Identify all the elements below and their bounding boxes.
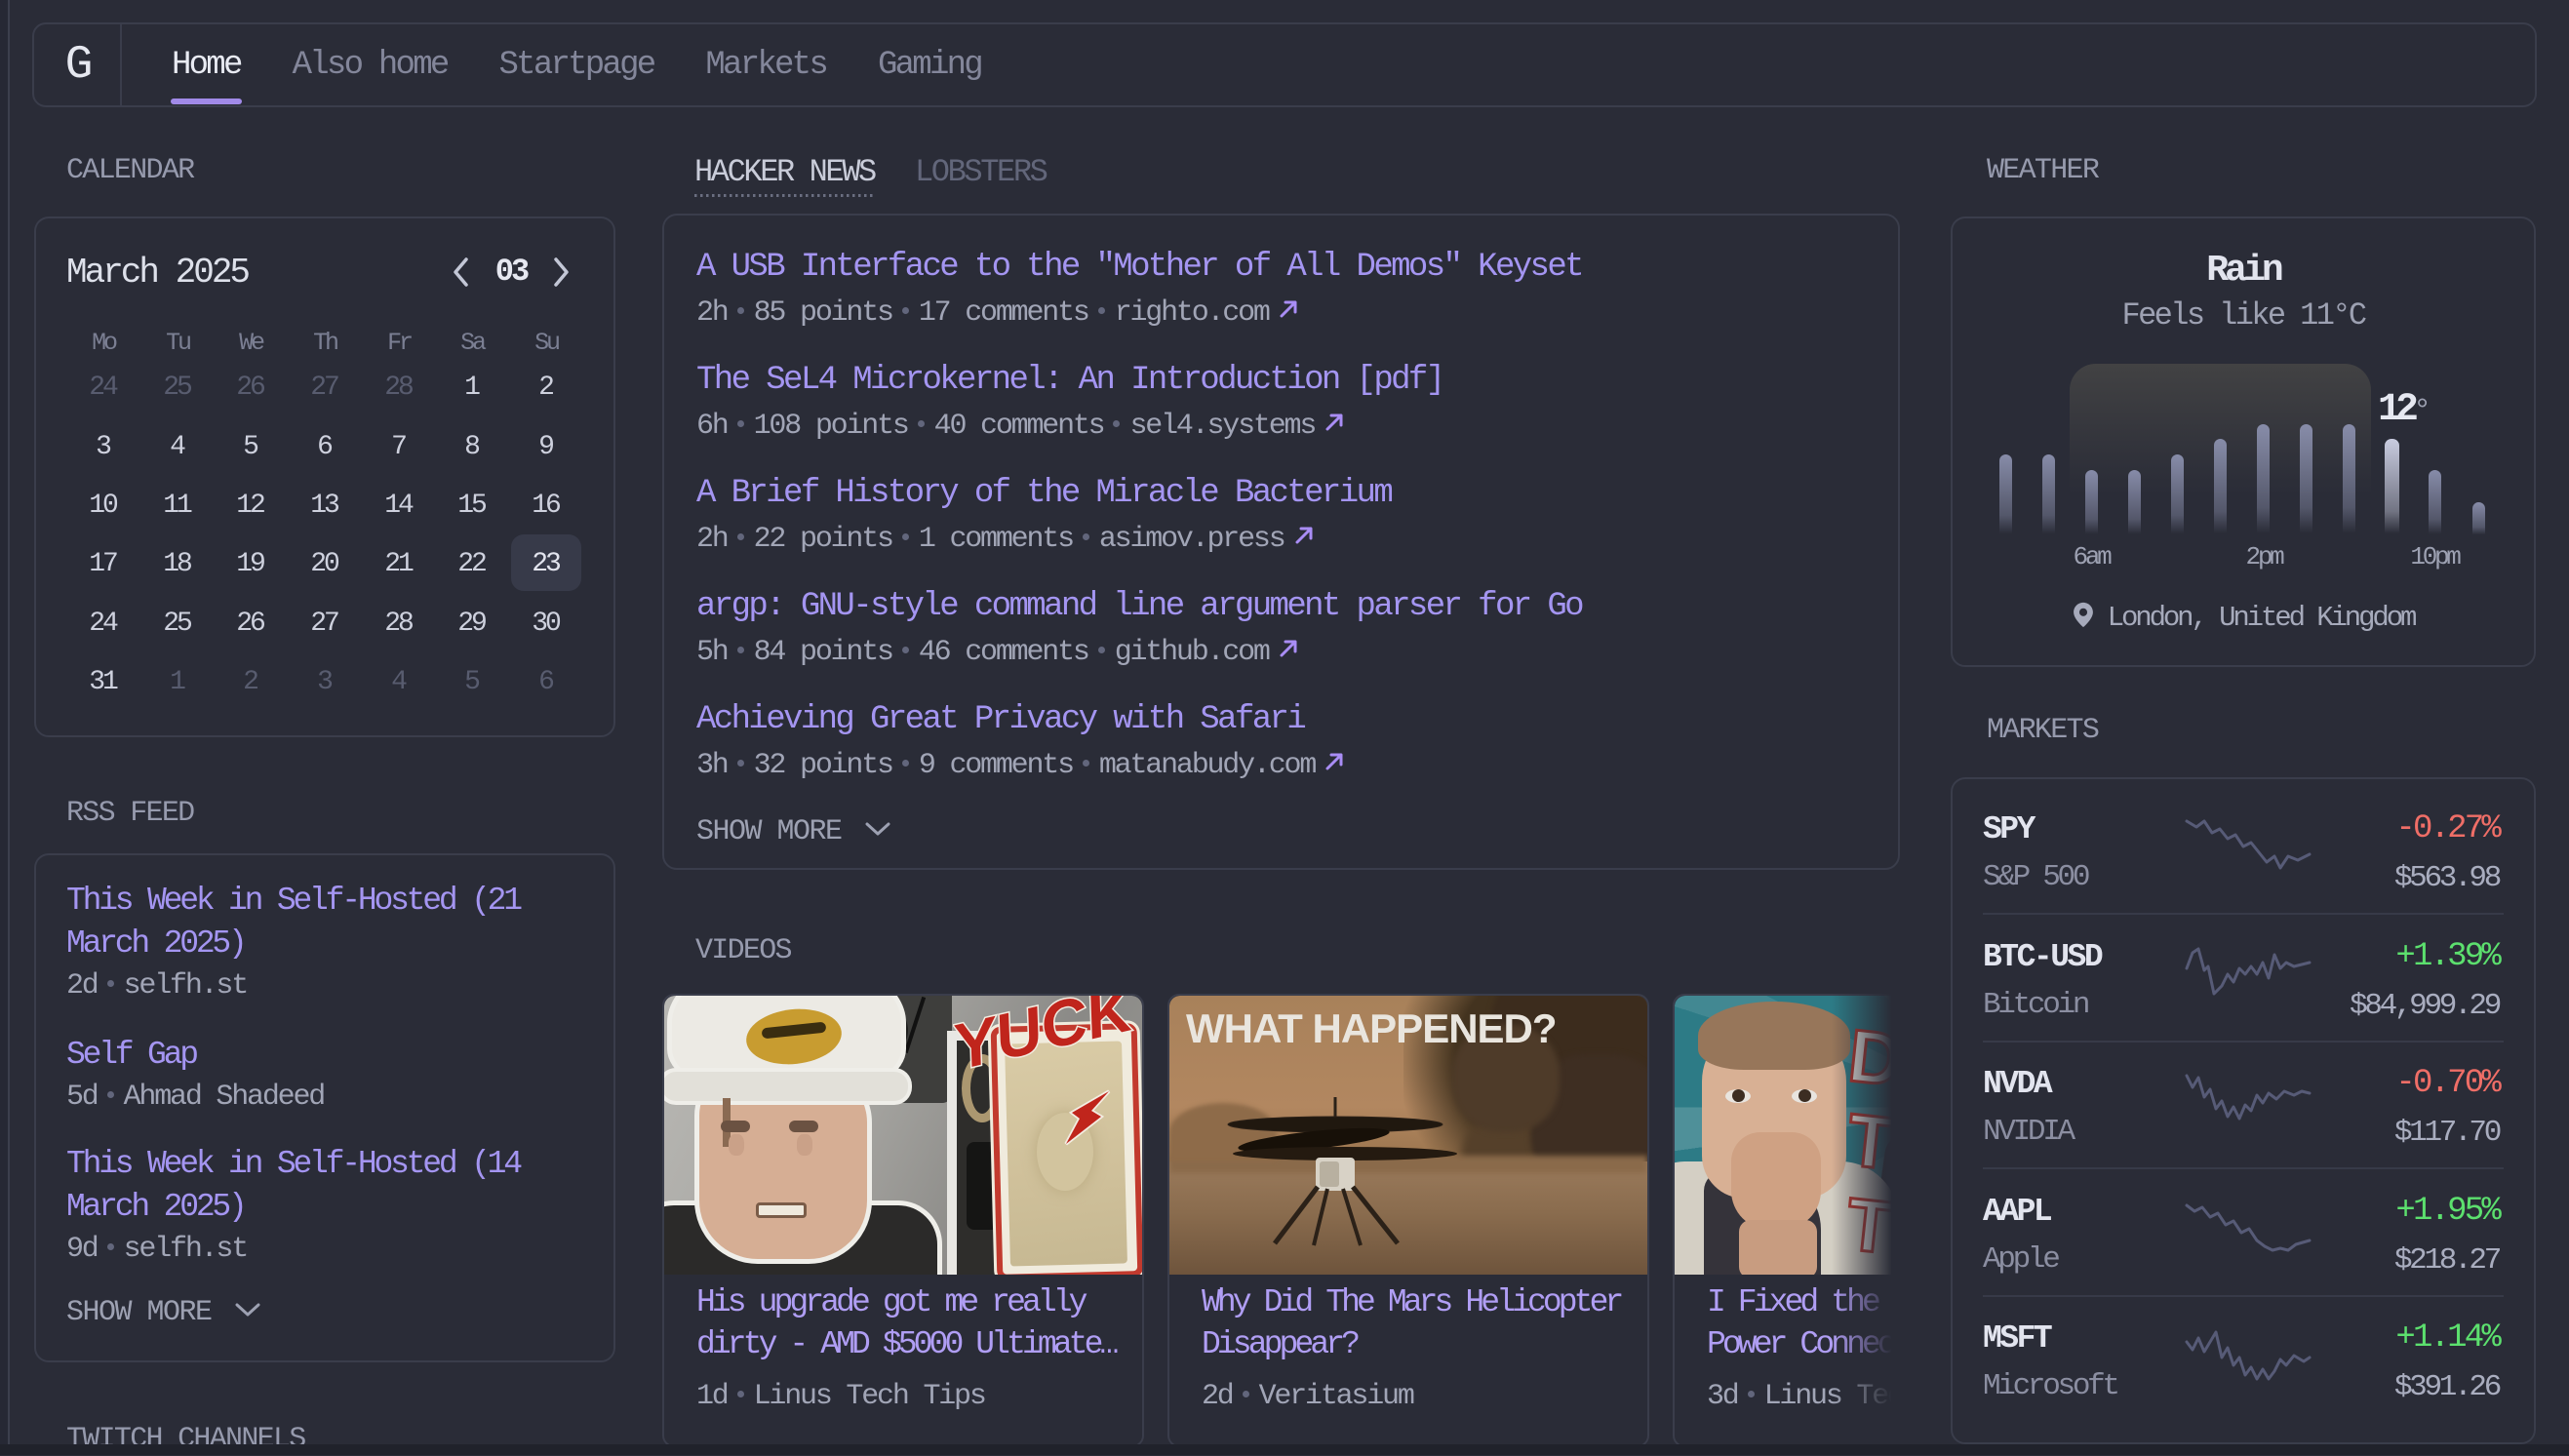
- svg-text:WHAT HAPPENED?: WHAT HAPPENED?: [1186, 1005, 1557, 1051]
- svg-text:YUCK: YUCK: [953, 996, 1142, 1083]
